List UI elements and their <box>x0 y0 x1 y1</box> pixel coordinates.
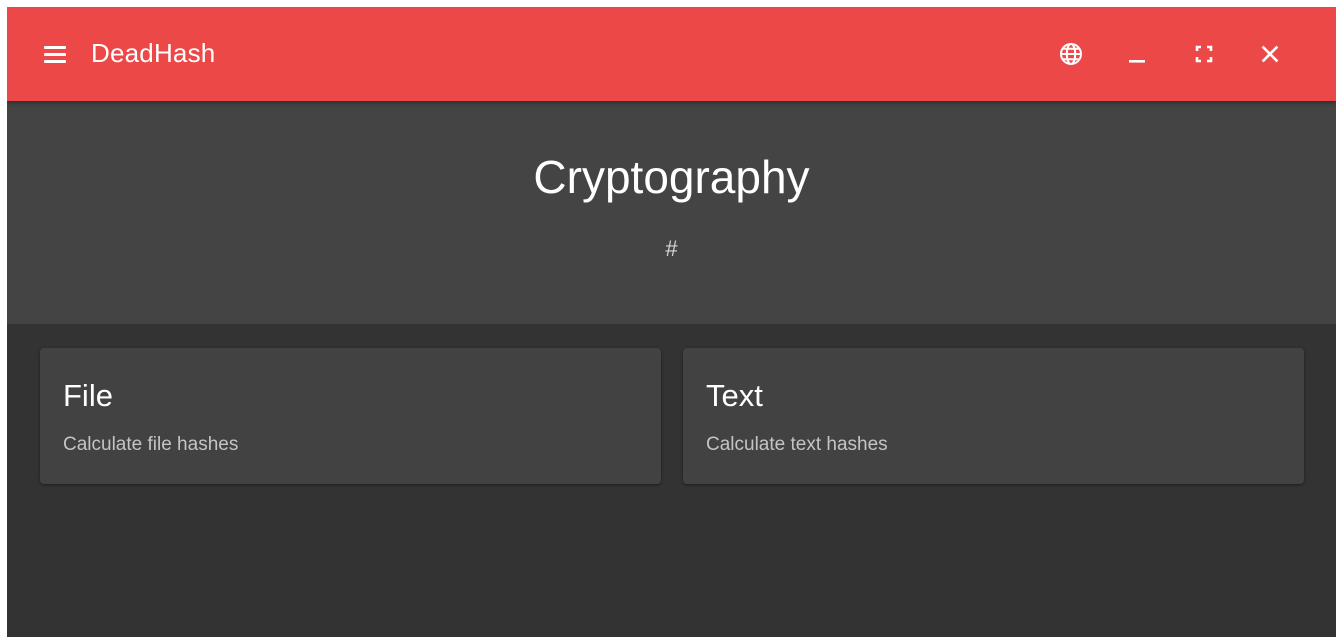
app-window: DeadHash Cryptography # File Calculate f… <box>7 7 1336 637</box>
card-title: File <box>63 378 113 413</box>
minimize-button[interactable] <box>1117 34 1157 74</box>
page-title: Cryptography <box>533 151 810 203</box>
close-icon <box>1261 45 1279 63</box>
text-card[interactable]: Text Calculate text hashes <box>683 348 1304 484</box>
globe-icon <box>1060 43 1082 65</box>
page-header: Cryptography # <box>7 101 1336 324</box>
app-title: DeadHash <box>91 38 216 68</box>
file-card[interactable]: File Calculate file hashes <box>40 348 661 484</box>
app-bar: DeadHash <box>7 7 1336 101</box>
hamburger-menu-icon[interactable] <box>41 42 69 66</box>
fullscreen-icon <box>1195 45 1213 63</box>
language-button[interactable] <box>1051 34 1091 74</box>
card-description: Calculate text hashes <box>706 434 888 455</box>
minimize-icon <box>1129 60 1145 63</box>
page-subtitle: # <box>665 236 678 261</box>
close-button[interactable] <box>1250 34 1290 74</box>
fullscreen-button[interactable] <box>1184 34 1224 74</box>
card-description: Calculate file hashes <box>63 434 239 455</box>
card-title: Text <box>706 378 763 413</box>
